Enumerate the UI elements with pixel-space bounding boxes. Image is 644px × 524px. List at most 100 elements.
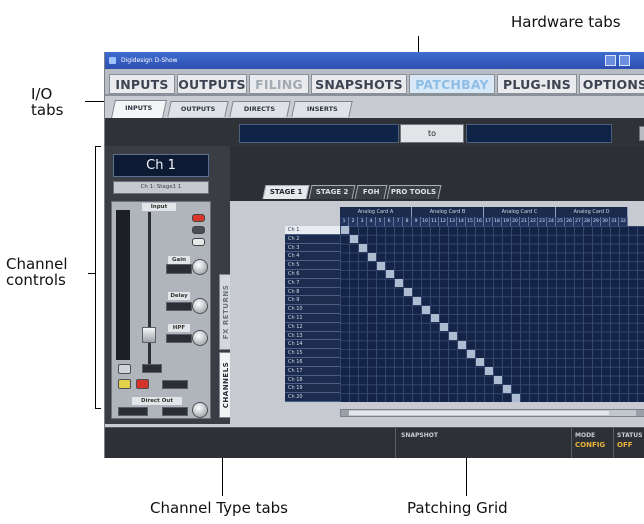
patch-cell[interactable] (511, 393, 520, 402)
app-logo-icon (109, 57, 116, 64)
channel-fader[interactable] (142, 327, 156, 343)
patch-cell[interactable] (448, 332, 457, 340)
patch-cell[interactable] (403, 288, 412, 296)
minimize-icon[interactable] (605, 55, 616, 66)
patch-cell[interactable] (349, 235, 358, 244)
direct-out-knob[interactable] (192, 402, 208, 418)
close-icon[interactable] (619, 55, 630, 66)
leader-controls-v (95, 146, 96, 408)
patch-cell[interactable] (340, 226, 349, 235)
row-label[interactable]: Ch 10 (285, 305, 340, 314)
column-number: 32 (619, 217, 628, 226)
hpf-knob[interactable] (192, 330, 208, 346)
row-label[interactable]: Ch 5 (285, 261, 340, 270)
tab-plug-ins[interactable]: PLUG-INS (497, 74, 577, 94)
callout-channel-controls-line2: controls (6, 271, 66, 289)
patch-cell[interactable] (439, 323, 448, 332)
delay-knob[interactable] (192, 298, 208, 314)
patch-cell[interactable] (394, 279, 403, 288)
tab-options[interactable]: OPTIONS (579, 74, 644, 94)
solo-button[interactable] (118, 379, 131, 389)
status-value: OFF (617, 441, 633, 449)
status-bar: SNAPSHOT MODE CONFIG STATUS OFF (105, 427, 644, 458)
patch-cell[interactable] (376, 261, 385, 270)
tab-inputs[interactable]: INPUTS (109, 74, 175, 94)
tab-stage-1[interactable]: STAGE 1 (262, 185, 310, 199)
row-label[interactable]: Ch 15 (285, 349, 340, 358)
patch-cell[interactable] (457, 340, 466, 349)
tab-stage-2[interactable]: STAGE 2 (308, 185, 356, 199)
row-label[interactable]: Ch 3 (285, 243, 340, 253)
io-tab-inserts-label: INSERTS (306, 105, 338, 113)
phantom-power-button[interactable] (192, 214, 205, 222)
patch-cell[interactable] (502, 384, 511, 393)
leader-controls-mid (88, 273, 95, 274)
callout-io-tabs-line2: tabs (31, 101, 64, 119)
patch-cell[interactable] (493, 376, 502, 384)
scroll-left-icon[interactable] (341, 410, 349, 416)
tab-pro-tools[interactable]: PRO TOOLS (386, 185, 442, 199)
row-label[interactable]: Ch 12 (285, 322, 340, 332)
patch-cell[interactable] (466, 349, 475, 358)
patch-source-field[interactable] (239, 124, 399, 143)
row-label[interactable]: Ch 1 (285, 226, 340, 235)
patch-cell[interactable] (421, 305, 430, 314)
pad-button[interactable] (192, 226, 205, 234)
row-label[interactable]: Ch 7 (285, 278, 340, 288)
grid-cells[interactable] (340, 226, 644, 402)
scroll-right-icon[interactable] (636, 410, 644, 416)
scroll-thumb[interactable] (349, 411, 609, 415)
column-number: 18 (493, 217, 502, 226)
hardware-tabs: INPUTS OUTPUTS FILING SNAPSHOTS PATCHBAY… (105, 69, 644, 96)
io-tab-outputs[interactable]: OUTPUTS (167, 101, 229, 117)
row-label[interactable]: Ch 18 (285, 375, 340, 385)
row-label[interactable]: Ch 13 (285, 331, 340, 341)
patch-options-icon[interactable] (639, 126, 644, 141)
patch-cell[interactable] (475, 358, 484, 367)
tab-filing[interactable]: FILING (249, 74, 309, 94)
channel-selector[interactable]: Ch 1: Stage1 1 (113, 181, 209, 194)
row-label[interactable]: Ch 11 (285, 314, 340, 323)
phase-button[interactable] (192, 238, 205, 246)
gain-knob[interactable] (192, 259, 208, 275)
column-number: 31 (610, 217, 619, 226)
fader-value-field (142, 364, 162, 373)
mode-value: CONFIG (575, 441, 606, 449)
tab-foh[interactable]: FOH (354, 185, 388, 199)
channel-controls: Ch 1 Ch 1: Stage1 1 Input Gain Delay HPF (105, 146, 230, 424)
row-label[interactable]: Ch 16 (285, 358, 340, 367)
row-label[interactable]: Ch 19 (285, 384, 340, 394)
row-label[interactable]: Ch 14 (285, 340, 340, 350)
patch-destination-field[interactable] (466, 124, 612, 143)
tab-foh-label: FOH (362, 188, 380, 196)
io-tab-directs[interactable]: DIRECTS (229, 101, 291, 117)
tab-patchbay[interactable]: PATCHBAY (409, 74, 495, 94)
row-label[interactable]: Ch 9 (285, 296, 340, 306)
io-tab-inputs[interactable]: INPUTS (111, 100, 167, 118)
patch-cell[interactable] (430, 314, 439, 323)
row-label[interactable]: Ch 20 (285, 393, 340, 402)
patch-cell[interactable] (358, 244, 367, 252)
grid-horizontal-scrollbar[interactable] (340, 409, 644, 417)
column-number: 8 (403, 217, 412, 226)
row-label[interactable]: Ch 8 (285, 287, 340, 297)
input-section-label: Input (142, 203, 176, 211)
meter-select-button[interactable] (118, 364, 131, 374)
row-label[interactable]: Ch 6 (285, 270, 340, 279)
callout-hardware-tabs: Hardware tabs (511, 13, 621, 31)
hpf-value-field (166, 334, 192, 343)
row-label[interactable]: Ch 4 (285, 252, 340, 262)
row-label[interactable]: Ch 2 (285, 234, 340, 244)
io-tab-inserts[interactable]: INSERTS (291, 101, 353, 117)
direct-out-assign-field[interactable] (118, 407, 148, 416)
column-number: 30 (601, 217, 610, 226)
patch-cell[interactable] (412, 296, 421, 305)
row-label[interactable]: Ch 17 (285, 366, 340, 376)
tab-snapshots[interactable]: SNAPSHOTS (311, 74, 407, 94)
patch-cell[interactable] (385, 270, 394, 279)
delay-label: Delay (168, 292, 190, 300)
patch-cell[interactable] (484, 367, 493, 376)
mute-button[interactable] (136, 379, 149, 389)
patch-cell[interactable] (367, 252, 376, 261)
tab-outputs[interactable]: OUTPUTS (177, 74, 247, 94)
